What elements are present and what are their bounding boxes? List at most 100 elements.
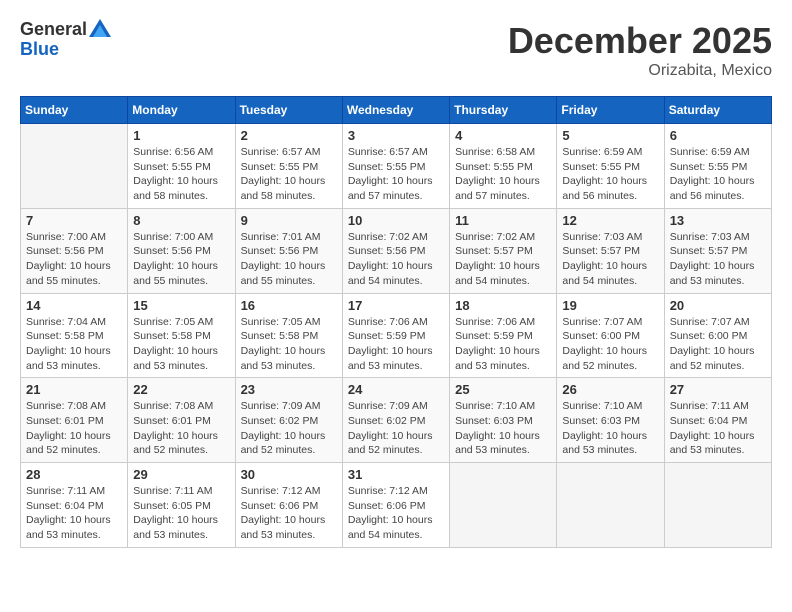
calendar-cell bbox=[557, 463, 664, 548]
day-info: Sunrise: 7:05 AMSunset: 5:58 PMDaylight:… bbox=[241, 315, 337, 374]
title-area: December 2025 Orizabita, Mexico bbox=[508, 20, 772, 80]
calendar-header-row: Sunday Monday Tuesday Wednesday Thursday… bbox=[21, 97, 772, 124]
day-info: Sunrise: 7:11 AMSunset: 6:04 PMDaylight:… bbox=[670, 399, 766, 458]
calendar-cell bbox=[450, 463, 557, 548]
day-number: 11 bbox=[455, 213, 551, 228]
day-info: Sunrise: 7:05 AMSunset: 5:58 PMDaylight:… bbox=[133, 315, 229, 374]
month-title: December 2025 bbox=[508, 20, 772, 62]
calendar-cell: 14 Sunrise: 7:04 AMSunset: 5:58 PMDayligh… bbox=[21, 293, 128, 378]
calendar-cell: 2Sunrise: 6:57 AMSunset: 5:55 PMDaylight… bbox=[235, 124, 342, 209]
header-thursday: Thursday bbox=[450, 97, 557, 124]
day-info: Sunrise: 7:00 AMSunset: 5:56 PMDaylight:… bbox=[133, 230, 229, 289]
day-number: 17 bbox=[348, 298, 444, 313]
location-subtitle: Orizabita, Mexico bbox=[508, 62, 772, 80]
calendar-cell: 19 Sunrise: 7:07 AMSunset: 6:00 PMDayligh… bbox=[557, 293, 664, 378]
header-saturday: Saturday bbox=[664, 97, 771, 124]
day-number: 2 bbox=[241, 128, 337, 143]
day-info: Sunrise: 6:56 AMSunset: 5:55 PMDaylight:… bbox=[133, 145, 229, 204]
calendar-cell: 28 Sunrise: 7:11 AMSunset: 6:04 PMDayligh… bbox=[21, 463, 128, 548]
day-number: 31 bbox=[348, 467, 444, 482]
page-header: General Blue December 2025 Orizabita, Me… bbox=[20, 20, 772, 80]
calendar-cell: 10 Sunrise: 7:02 AMSunset: 5:56 PMDayligh… bbox=[342, 208, 449, 293]
day-number: 19 bbox=[562, 298, 658, 313]
day-number: 27 bbox=[670, 382, 766, 397]
day-info: Sunrise: 7:02 AMSunset: 5:57 PMDaylight:… bbox=[455, 230, 551, 289]
day-number: 3 bbox=[348, 128, 444, 143]
day-info: Sunrise: 7:11 AMSunset: 6:05 PMDaylight:… bbox=[133, 484, 229, 543]
calendar-cell: 31 Sunrise: 7:12 AMSunset: 6:06 PMDayligh… bbox=[342, 463, 449, 548]
day-number: 1 bbox=[133, 128, 229, 143]
calendar-cell: 17 Sunrise: 7:06 AMSunset: 5:59 PMDayligh… bbox=[342, 293, 449, 378]
day-number: 13 bbox=[670, 213, 766, 228]
day-number: 4 bbox=[455, 128, 551, 143]
day-number: 23 bbox=[241, 382, 337, 397]
day-info: Sunrise: 7:12 AMSunset: 6:06 PMDaylight:… bbox=[348, 484, 444, 543]
day-number: 6 bbox=[670, 128, 766, 143]
calendar-cell: 27 Sunrise: 7:11 AMSunset: 6:04 PMDayligh… bbox=[664, 378, 771, 463]
day-info: Sunrise: 7:02 AMSunset: 5:56 PMDaylight:… bbox=[348, 230, 444, 289]
day-info: Sunrise: 6:58 AMSunset: 5:55 PMDaylight:… bbox=[455, 145, 551, 204]
day-number: 8 bbox=[133, 213, 229, 228]
day-info: Sunrise: 7:10 AMSunset: 6:03 PMDaylight:… bbox=[562, 399, 658, 458]
calendar-cell: 29Sunrise: 7:11 AMSunset: 6:05 PMDayligh… bbox=[128, 463, 235, 548]
logo-icon bbox=[89, 19, 111, 37]
calendar-cell: 16Sunrise: 7:05 AMSunset: 5:58 PMDayligh… bbox=[235, 293, 342, 378]
day-info: Sunrise: 7:07 AMSunset: 6:00 PMDaylight:… bbox=[670, 315, 766, 374]
calendar-cell: 4 Sunrise: 6:58 AMSunset: 5:55 PMDaylight… bbox=[450, 124, 557, 209]
day-number: 25 bbox=[455, 382, 551, 397]
calendar-cell: 12 Sunrise: 7:03 AMSunset: 5:57 PMDayligh… bbox=[557, 208, 664, 293]
day-number: 10 bbox=[348, 213, 444, 228]
logo-general: General bbox=[20, 20, 87, 40]
day-number: 24 bbox=[348, 382, 444, 397]
day-info: Sunrise: 7:08 AMSunset: 6:01 PMDaylight:… bbox=[133, 399, 229, 458]
calendar-cell: 11 Sunrise: 7:02 AMSunset: 5:57 PMDayligh… bbox=[450, 208, 557, 293]
calendar-cell: 3 Sunrise: 6:57 AMSunset: 5:55 PMDaylight… bbox=[342, 124, 449, 209]
day-info: Sunrise: 6:59 AMSunset: 5:55 PMDaylight:… bbox=[562, 145, 658, 204]
calendar-week-row: 1 Sunrise: 6:56 AMSunset: 5:55 PMDaylight… bbox=[21, 124, 772, 209]
header-monday: Monday bbox=[128, 97, 235, 124]
day-number: 15 bbox=[133, 298, 229, 313]
day-number: 28 bbox=[26, 467, 122, 482]
header-friday: Friday bbox=[557, 97, 664, 124]
day-number: 9 bbox=[241, 213, 337, 228]
header-tuesday: Tuesday bbox=[235, 97, 342, 124]
calendar-cell: 26Sunrise: 7:10 AMSunset: 6:03 PMDayligh… bbox=[557, 378, 664, 463]
calendar-cell: 9Sunrise: 7:01 AMSunset: 5:56 PMDaylight… bbox=[235, 208, 342, 293]
day-number: 5 bbox=[562, 128, 658, 143]
calendar-cell: 23Sunrise: 7:09 AMSunset: 6:02 PMDayligh… bbox=[235, 378, 342, 463]
day-number: 21 bbox=[26, 382, 122, 397]
calendar-week-row: 7 Sunrise: 7:00 AMSunset: 5:56 PMDaylight… bbox=[21, 208, 772, 293]
calendar-cell bbox=[664, 463, 771, 548]
header-wednesday: Wednesday bbox=[342, 97, 449, 124]
day-info: Sunrise: 7:10 AMSunset: 6:03 PMDaylight:… bbox=[455, 399, 551, 458]
calendar-cell: 15 Sunrise: 7:05 AMSunset: 5:58 PMDayligh… bbox=[128, 293, 235, 378]
logo-blue: Blue bbox=[20, 39, 59, 59]
day-number: 12 bbox=[562, 213, 658, 228]
calendar-cell: 13 Sunrise: 7:03 AMSunset: 5:57 PMDayligh… bbox=[664, 208, 771, 293]
header-sunday: Sunday bbox=[21, 97, 128, 124]
day-info: Sunrise: 7:03 AMSunset: 5:57 PMDaylight:… bbox=[562, 230, 658, 289]
day-info: Sunrise: 7:03 AMSunset: 5:57 PMDaylight:… bbox=[670, 230, 766, 289]
calendar-cell: 21 Sunrise: 7:08 AMSunset: 6:01 PMDayligh… bbox=[21, 378, 128, 463]
calendar-cell: 24Sunrise: 7:09 AMSunset: 6:02 PMDayligh… bbox=[342, 378, 449, 463]
calendar-cell: 22Sunrise: 7:08 AMSunset: 6:01 PMDayligh… bbox=[128, 378, 235, 463]
day-info: Sunrise: 7:06 AMSunset: 5:59 PMDaylight:… bbox=[348, 315, 444, 374]
calendar-week-row: 14 Sunrise: 7:04 AMSunset: 5:58 PMDayligh… bbox=[21, 293, 772, 378]
day-info: Sunrise: 7:07 AMSunset: 6:00 PMDaylight:… bbox=[562, 315, 658, 374]
calendar-cell: 8 Sunrise: 7:00 AMSunset: 5:56 PMDaylight… bbox=[128, 208, 235, 293]
day-info: Sunrise: 7:00 AMSunset: 5:56 PMDaylight:… bbox=[26, 230, 122, 289]
day-number: 18 bbox=[455, 298, 551, 313]
day-info: Sunrise: 7:04 AMSunset: 5:58 PMDaylight:… bbox=[26, 315, 122, 374]
day-info: Sunrise: 6:57 AMSunset: 5:55 PMDaylight:… bbox=[348, 145, 444, 204]
calendar-cell: 18Sunrise: 7:06 AMSunset: 5:59 PMDayligh… bbox=[450, 293, 557, 378]
day-number: 20 bbox=[670, 298, 766, 313]
day-info: Sunrise: 7:11 AMSunset: 6:04 PMDaylight:… bbox=[26, 484, 122, 543]
calendar-cell: 6Sunrise: 6:59 AMSunset: 5:55 PMDaylight… bbox=[664, 124, 771, 209]
logo: General Blue bbox=[20, 20, 111, 60]
day-info: Sunrise: 7:08 AMSunset: 6:01 PMDaylight:… bbox=[26, 399, 122, 458]
day-number: 7 bbox=[26, 213, 122, 228]
calendar-cell bbox=[21, 124, 128, 209]
calendar-cell: 7 Sunrise: 7:00 AMSunset: 5:56 PMDaylight… bbox=[21, 208, 128, 293]
calendar-cell: 20 Sunrise: 7:07 AMSunset: 6:00 PMDayligh… bbox=[664, 293, 771, 378]
day-number: 14 bbox=[26, 298, 122, 313]
